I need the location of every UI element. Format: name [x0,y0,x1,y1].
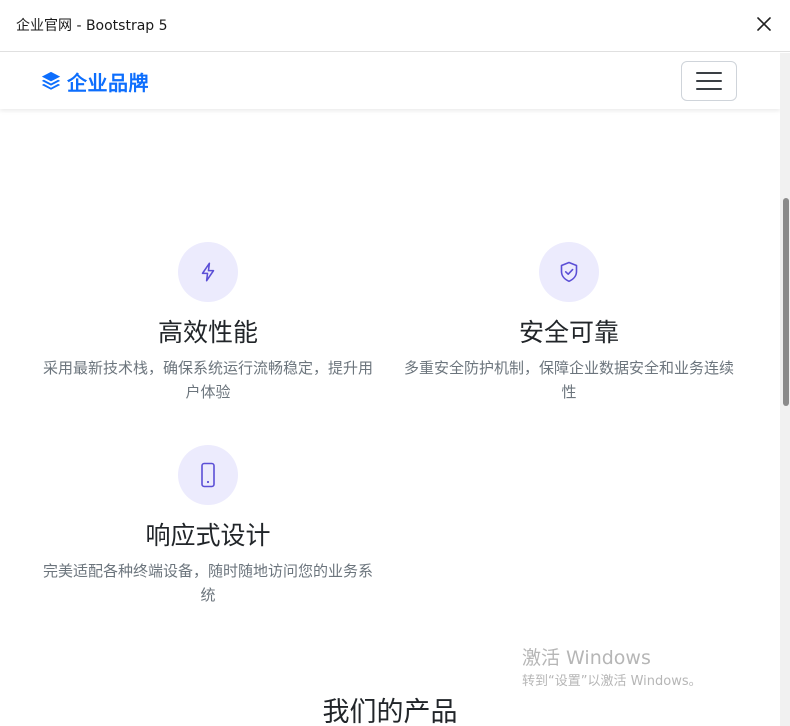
feature-icon-circle [178,445,238,505]
close-button[interactable] [752,12,776,36]
hamburger-menu-icon [696,72,722,90]
brand-link[interactable]: 企业品牌 [40,67,149,95]
scrollbar-thumb[interactable] [783,198,789,406]
navbar: 企业品牌 [0,53,780,109]
layers-icon [41,71,61,90]
close-icon [757,17,771,31]
phone-icon [201,462,215,488]
browser-window: 企业官网 - Bootstrap 5 企业品牌 高效性能 采用最新技术栈，确保系… [0,0,790,726]
feature-card-responsive: 响应式设计 完美适配各种终端设备，随时随地访问您的业务系统 [28,445,388,607]
page-scrollbar[interactable] [780,53,790,726]
watermark-title: 激活 Windows [522,647,651,669]
feature-title: 响应式设计 [145,521,271,550]
shield-check-icon [560,261,578,283]
feature-description: 多重安全防护机制，保障企业数据安全和业务连续性 [403,359,734,401]
title-bar: 企业官网 - Bootstrap 5 [0,0,790,52]
lightning-icon [201,262,215,282]
feature-description: 采用最新技术栈，确保系统运行流畅稳定，提升用户体验 [42,359,373,401]
feature-title: 高效性能 [157,318,258,347]
navbar-toggler-button[interactable] [681,61,737,101]
feature-description: 完美适配各种终端设备，随时随地访问您的业务系统 [42,562,373,604]
feature-icon-circle [539,242,599,302]
feature-card-security: 安全可靠 多重安全防护机制，保障企业数据安全和业务连续性 [389,242,749,404]
page-viewport: 企业品牌 高效性能 采用最新技术栈，确保系统运行流畅稳定，提升用户体验 安全可靠… [0,53,790,726]
brand-name: 企业品牌 [67,70,149,95]
products-section-heading: 我们的产品 [322,697,458,726]
feature-icon-circle [178,242,238,302]
watermark-subtitle: 转到“设置”以激活 Windows。 [522,674,702,689]
feature-card-performance: 高效性能 采用最新技术栈，确保系统运行流畅稳定，提升用户体验 [28,242,388,404]
window-title: 企业官网 - Bootstrap 5 [16,18,168,34]
feature-title: 安全可靠 [518,318,619,347]
windows-activation-watermark: 激活 Windows 转到“设置”以激活 Windows。 [522,646,702,693]
